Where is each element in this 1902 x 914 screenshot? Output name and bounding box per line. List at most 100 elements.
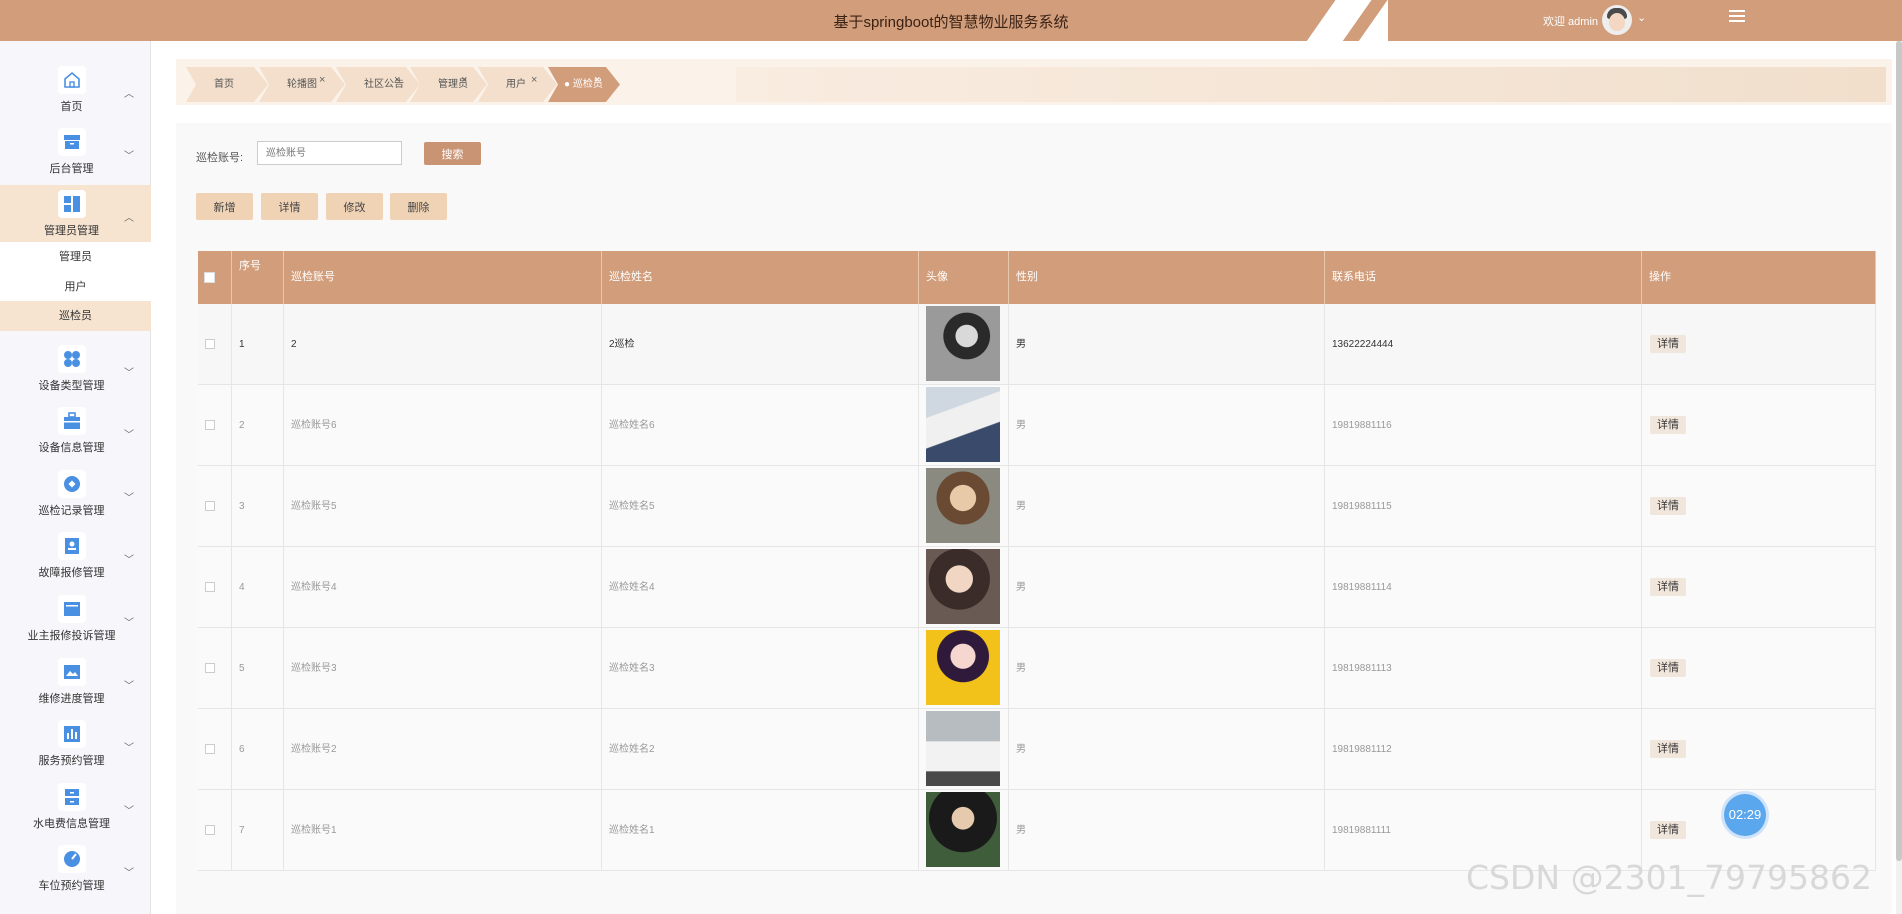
row-detail-button[interactable]: 详情 [1650, 335, 1686, 353]
checkbox-cell [198, 304, 232, 385]
breadcrumb-tab-5[interactable]: 用户 × [478, 67, 557, 102]
gauge-icon [58, 845, 86, 873]
cell-phone: 19819881115 [1325, 466, 1642, 547]
row-checkbox[interactable] [205, 339, 215, 349]
sidebar-item-7[interactable]: 故障报修管理 ﹀ [0, 527, 151, 589]
sidebar-item-3[interactable]: 管理员管理 ︿ [0, 185, 151, 247]
chevron-down-icon[interactable]: ﹀ [124, 364, 134, 379]
column-header: 联系电话 [1325, 251, 1642, 304]
window-icon [58, 595, 86, 623]
chevron-down-icon[interactable]: ﹀ [124, 864, 134, 879]
detail-button[interactable]: 详情 [261, 193, 318, 220]
row-checkbox[interactable] [205, 420, 215, 430]
avatar[interactable] [1602, 5, 1632, 35]
cell-index: 2 [232, 385, 284, 466]
sidebar-subitem-2[interactable]: 用户 [0, 272, 151, 302]
row-detail-button[interactable]: 详情 [1650, 821, 1686, 839]
close-icon[interactable]: × [461, 63, 467, 98]
sidebar-item-5[interactable]: 设备信息管理 ﹀ [0, 402, 151, 464]
cell-index: 5 [232, 628, 284, 709]
table-row[interactable]: 3 巡检账号5 巡检姓名5 男 19819881115 详情 [198, 466, 1876, 547]
avatar-photo [926, 549, 1000, 624]
delete-button[interactable]: 删除 [390, 193, 447, 220]
sidebar-item-10[interactable]: 服务预约管理 ﹀ [0, 715, 151, 777]
avatar-cell [919, 709, 1009, 790]
breadcrumb: 首页 轮播图 × 社区公告 × 管理员 × 用户 × ● 巡检员 × [176, 59, 1892, 105]
table-row[interactable]: 2 巡检账号6 巡检姓名6 男 19819881116 详情 [198, 385, 1876, 466]
search-button[interactable]: 搜索 [424, 142, 481, 165]
row-detail-button[interactable]: 详情 [1650, 416, 1686, 434]
image-icon [58, 658, 86, 686]
breadcrumb-tab-4[interactable]: 管理员 × [410, 67, 487, 102]
sidebar-item-12[interactable]: 车位预约管理 ﹀ [0, 840, 151, 902]
cell-phone: 19819881116 [1325, 385, 1642, 466]
avatar-cell [919, 385, 1009, 466]
sidebar-item-6[interactable]: 巡检记录管理 ﹀ [0, 465, 151, 527]
close-icon[interactable]: × [394, 63, 400, 98]
row-checkbox[interactable] [205, 744, 215, 754]
cell-account: 巡检账号4 [284, 547, 602, 628]
sidebar-item-9[interactable]: 维修进度管理 ﹀ [0, 653, 151, 715]
chevron-down-icon[interactable]: ﹀ [124, 489, 134, 504]
search-input[interactable] [257, 141, 402, 165]
sidebar-item-2[interactable]: 后台管理 ﹀ [0, 123, 151, 185]
scrollbar[interactable] [1896, 41, 1902, 914]
breadcrumb-tab-1[interactable]: 首页 [186, 67, 268, 102]
chevron-down-icon[interactable]: ﹀ [124, 551, 134, 566]
chevron-down-icon[interactable]: ﹀ [124, 426, 134, 441]
chevron-down-icon[interactable]: ﹀ [124, 677, 134, 692]
row-detail-button[interactable]: 详情 [1650, 740, 1686, 758]
close-icon[interactable]: × [319, 63, 325, 98]
row-detail-button[interactable]: 详情 [1650, 497, 1686, 515]
action-cell: 详情 [1642, 628, 1876, 709]
cell-name: 巡检姓名3 [602, 628, 919, 709]
sidebar-item-label: 设备信息管理 [38, 442, 105, 454]
close-icon[interactable]: × [531, 63, 537, 98]
chevron-down-icon[interactable]: ﹀ [124, 147, 134, 162]
checkbox-cell [198, 466, 232, 547]
main-content: 首页轮播图×社区公告×管理员×用户×● 巡检员× 巡检账号: 搜索 新增 详情 … [152, 41, 1902, 914]
chevron-up-icon[interactable]: ︿ [124, 85, 134, 100]
chevron-down-icon[interactable]: ﹀ [124, 614, 134, 629]
sidebar-item-8[interactable]: 业主报修投诉管理 ﹀ [0, 590, 151, 652]
sidebar-item-1[interactable]: 首页 ︿ [0, 61, 151, 123]
sidebar-subitem-3[interactable]: 巡检员 [0, 301, 151, 331]
select-all-checkbox[interactable] [204, 272, 215, 283]
hamburger-menu-icon[interactable] [1729, 10, 1745, 24]
row-checkbox[interactable] [205, 582, 215, 592]
cell-phone: 19819881113 [1325, 628, 1642, 709]
row-detail-button[interactable]: 详情 [1650, 578, 1686, 596]
top-bar: 基于springboot的智慧物业服务系统 欢迎 admin ⌄ [0, 0, 1902, 60]
sidebar-item-4[interactable]: 设备类型管理 ﹀ [0, 340, 151, 402]
cell-account: 2 [284, 304, 602, 385]
breadcrumb-tab-3[interactable]: 社区公告 × [336, 67, 420, 102]
row-checkbox[interactable] [205, 825, 215, 835]
target-icon [58, 470, 86, 498]
sidebar-item-label: 车位预约管理 [38, 880, 105, 892]
timer-badge[interactable]: 02:29 [1724, 794, 1766, 836]
chevron-down-icon[interactable]: ⌄ [1637, 11, 1646, 24]
sidebar-item-11[interactable]: 水电费信息管理 ﹀ [0, 778, 151, 840]
table-row[interactable]: 4 巡检账号4 巡检姓名4 男 19819881114 详情 [198, 547, 1876, 628]
table-row[interactable]: 1 2 2巡检 男 13622224444 详情 [198, 304, 1876, 385]
cell-gender: 男 [1009, 547, 1325, 628]
cell-gender: 男 [1009, 304, 1325, 385]
sidebar-item-label: 后台管理 [49, 163, 94, 175]
chevron-down-icon[interactable]: ﹀ [124, 802, 134, 817]
edit-button[interactable]: 修改 [326, 193, 383, 220]
add-button[interactable]: 新增 [196, 193, 253, 220]
action-cell: 详情 [1642, 304, 1876, 385]
close-icon[interactable]: × [594, 63, 600, 98]
chevron-down-icon[interactable]: ﹀ [124, 739, 134, 754]
row-checkbox[interactable] [205, 663, 215, 673]
cell-account: 巡检账号3 [284, 628, 602, 709]
sidebar-subitem-1[interactable]: 管理员 [0, 242, 151, 272]
table-row[interactable]: 6 巡检账号2 巡检姓名2 男 19819881112 详情 [198, 709, 1876, 790]
breadcrumb-tab-2[interactable]: 轮播图 × [259, 67, 345, 102]
table-row[interactable]: 5 巡检账号3 巡检姓名3 男 19819881113 详情 [198, 628, 1876, 709]
breadcrumb-tab-6[interactable]: ● 巡检员 × [548, 67, 620, 102]
row-checkbox[interactable] [205, 501, 215, 511]
scrollbar-thumb[interactable] [1896, 41, 1902, 861]
chevron-up-icon[interactable]: ︿ [124, 209, 134, 224]
row-detail-button[interactable]: 详情 [1650, 659, 1686, 677]
